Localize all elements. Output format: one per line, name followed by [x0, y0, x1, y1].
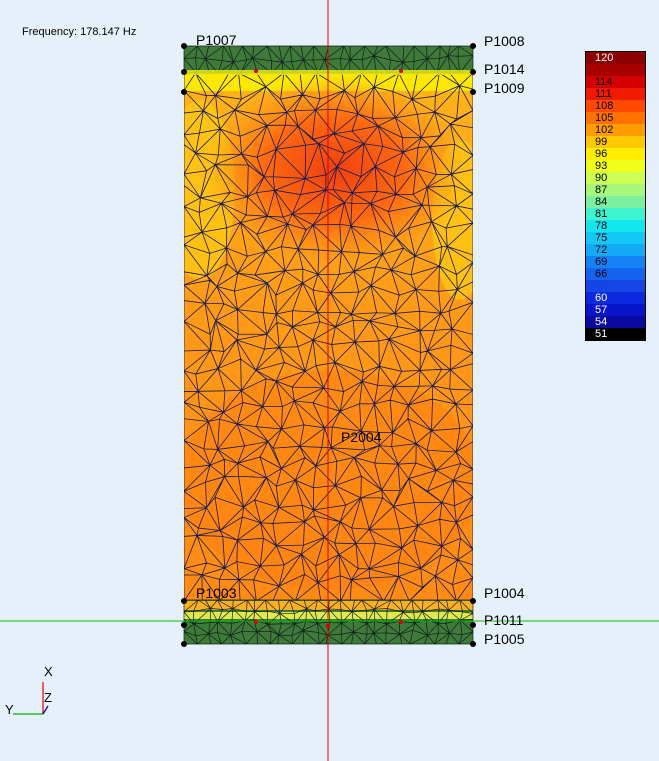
- legend-entry: 63: [586, 280, 645, 292]
- label-p1011: P1011: [484, 612, 524, 628]
- node-p1007[interactable]: [181, 43, 187, 49]
- node-p1011-left[interactable]: [181, 622, 187, 628]
- fe-model-viewport[interactable]: [0, 0, 659, 761]
- legend-entry: 84: [586, 196, 645, 208]
- legend-entry: 90: [586, 172, 645, 184]
- legend-entry: 120: [586, 52, 645, 64]
- legend-entry: 81: [586, 208, 645, 220]
- legend-entry: 54: [586, 316, 645, 328]
- legend-entry: 75: [586, 232, 645, 244]
- label-p1007: P1007: [196, 32, 237, 48]
- node-p1008[interactable]: [470, 43, 476, 49]
- legend-entry: 108: [586, 100, 645, 112]
- legend-entry: 87: [586, 184, 645, 196]
- label-p1003: P1003: [196, 585, 237, 601]
- frequency-label: Frequency: 178.147 Hz: [22, 26, 137, 38]
- legend-entry: 102: [586, 124, 645, 136]
- label-p1009: P1009: [484, 80, 525, 96]
- legend-entry: 111: [586, 88, 645, 100]
- legend-entry: 114: [586, 76, 645, 88]
- contour-legend: 120 117 114 111 108 105 102 99 96 93 90 87 84 81 78 75 7…: [585, 51, 646, 341]
- legend-entry: 105: [586, 112, 645, 124]
- legend-entry: 60: [586, 292, 645, 304]
- node-p1014[interactable]: [470, 69, 476, 75]
- node-p1003[interactable]: [181, 598, 187, 604]
- legend-entry: 78: [586, 220, 645, 232]
- legend-entry: 72: [586, 244, 645, 256]
- legend-entry: 99: [586, 136, 645, 148]
- label-p1008: P1008: [484, 33, 525, 49]
- node-p1014-left[interactable]: [181, 69, 187, 75]
- label-p2004: P2004: [341, 429, 382, 445]
- node-p1005-left[interactable]: [181, 641, 187, 647]
- node-p1011[interactable]: [470, 622, 476, 628]
- label-p1004: P1004: [484, 585, 525, 601]
- legend-entry: 57: [586, 304, 645, 316]
- axis-label-x: X: [44, 664, 53, 679]
- legend-entry: 93: [586, 160, 645, 172]
- label-p1005: P1005: [484, 631, 525, 647]
- node-p1009-left[interactable]: [181, 89, 187, 95]
- node-p1004[interactable]: [470, 598, 476, 604]
- axis-triad: [13, 682, 49, 715]
- node-p1009[interactable]: [470, 89, 476, 95]
- axis-label-z: Z: [44, 690, 52, 705]
- legend-entry: 69: [586, 256, 645, 268]
- node-p1005[interactable]: [470, 641, 476, 647]
- legend-entry: 117: [586, 64, 645, 76]
- legend-entry: 66: [586, 268, 645, 280]
- legend-entry: 51: [586, 328, 645, 340]
- label-p1014: P1014: [484, 61, 525, 77]
- axis-label-y: Y: [5, 702, 14, 717]
- legend-entry: 96: [586, 148, 645, 160]
